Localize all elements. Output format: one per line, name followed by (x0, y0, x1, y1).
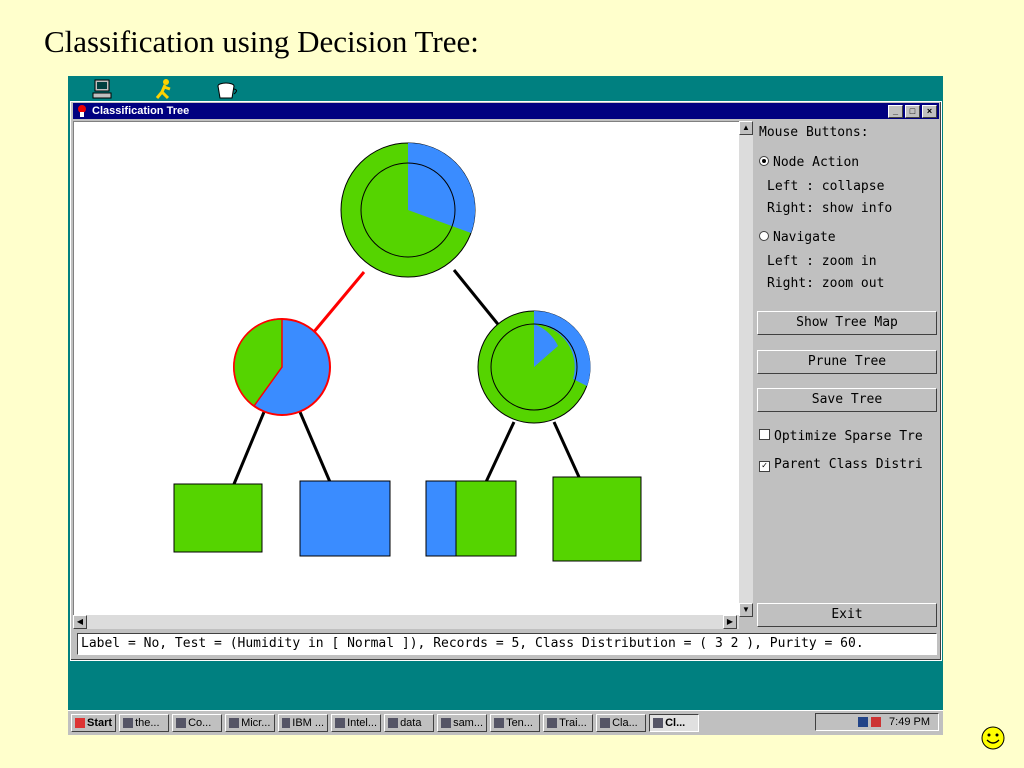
clock[interactable]: 7:49 PM (889, 716, 930, 728)
minimize-button[interactable]: _ (888, 104, 903, 118)
taskbar: Start the... Co... Micr... IBM ... Intel… (68, 710, 943, 735)
app-icon (282, 718, 291, 728)
app-icon (547, 718, 558, 728)
taskbar-item[interactable]: the... (119, 714, 170, 732)
radio-unselected-icon[interactable] (759, 231, 769, 241)
tree-app-icon (600, 718, 611, 728)
taskbar-item-active[interactable]: Cl... (649, 714, 700, 732)
control-panel: Mouse Buttons: Node Action Left : collap… (757, 121, 939, 631)
slide-title: Classification using Decision Tree: (44, 24, 479, 59)
taskbar-item[interactable]: data (384, 714, 435, 732)
taskbar-item[interactable]: Micr... (225, 714, 276, 732)
tree-leaf-1[interactable] (173, 483, 263, 553)
app-icon (441, 718, 452, 728)
node-right-hint: Right: show info (767, 201, 893, 216)
shield-icon[interactable] (871, 717, 882, 727)
app-icon (494, 718, 505, 728)
mouse-buttons-label: Mouse Buttons: (759, 125, 869, 140)
tree-node-right[interactable] (477, 310, 591, 424)
edge-right-leaf3 (484, 421, 516, 483)
smiley-icon (981, 726, 1005, 750)
scroll-up-icon[interactable]: ▲ (739, 121, 753, 135)
radio-selected-icon[interactable] (759, 156, 769, 166)
node-action-radio[interactable]: Node Action (759, 155, 859, 170)
my-computer-icon[interactable] (90, 78, 116, 100)
scroll-down-icon[interactable]: ▼ (739, 603, 753, 617)
window-title: Classification Tree (92, 105, 190, 117)
exit-button[interactable]: Exit (757, 603, 937, 627)
runner-icon[interactable] (152, 78, 178, 100)
folder-icon (388, 718, 399, 728)
tree-app-icon (653, 718, 664, 728)
coffee-cup-icon[interactable] (214, 78, 240, 100)
classification-tree-window: Classification Tree _ □ × ▲ ▼ ◀ ▶ Mouse … (70, 101, 942, 661)
tree-app-icon (78, 105, 86, 117)
edge-left-leaf2 (298, 411, 332, 483)
show-tree-map-button[interactable]: Show Tree Map (757, 311, 937, 335)
edge-root-right (452, 269, 503, 329)
prune-tree-button[interactable]: Prune Tree (757, 350, 937, 374)
scroll-left-icon[interactable]: ◀ (73, 615, 87, 629)
tree-leaf-4[interactable] (552, 476, 642, 562)
tree-node-root[interactable] (340, 142, 476, 278)
taskbar-item[interactable]: Trai... (543, 714, 594, 732)
taskbar-item[interactable]: Intel... (331, 714, 382, 732)
navigate-radio[interactable]: Navigate (759, 230, 836, 245)
taskbar-item[interactable]: sam... (437, 714, 488, 732)
maximize-button[interactable]: □ (905, 104, 920, 118)
vertical-scrollbar[interactable]: ▲ ▼ (739, 121, 753, 617)
system-tray: 7:49 PM (815, 713, 939, 731)
taskbar-item[interactable]: Ten... (490, 714, 541, 732)
checkbox-checked-icon[interactable]: ✓ (759, 461, 770, 472)
optimize-sparse-checkbox[interactable]: Optimize Sparse Tre (759, 429, 923, 444)
parent-class-checkbox[interactable]: ✓ Parent Class Distri (759, 457, 923, 472)
edge-right-leaf4 (552, 421, 581, 478)
close-button[interactable]: × (922, 104, 937, 118)
edge-left-leaf1 (232, 411, 266, 485)
tree-node-left-selected[interactable] (233, 318, 331, 416)
app-icon (335, 718, 346, 728)
app-icon (176, 718, 187, 728)
horizontal-scrollbar[interactable]: ◀ ▶ (73, 615, 739, 629)
save-tree-button[interactable]: Save Tree (757, 388, 937, 412)
start-button[interactable]: Start (71, 714, 117, 732)
nav-left-hint: Left : zoom in (767, 254, 877, 269)
network-icon[interactable] (858, 717, 869, 727)
windows-logo-icon (75, 718, 85, 728)
taskbar-item[interactable]: Cla... (596, 714, 647, 732)
scroll-right-icon[interactable]: ▶ (723, 615, 737, 629)
window-titlebar[interactable]: Classification Tree _ □ × (73, 103, 939, 119)
checkbox-unchecked-icon[interactable] (759, 429, 770, 440)
tree-leaf-3[interactable] (425, 480, 517, 557)
tree-leaf-2[interactable] (299, 480, 391, 557)
taskbar-item[interactable]: Co... (172, 714, 223, 732)
edge-root-left (311, 271, 366, 334)
app-icon (229, 718, 240, 728)
taskbar-item[interactable]: IBM ... (278, 714, 329, 732)
decision-tree-graph[interactable] (74, 122, 740, 616)
status-bar: Label = No, Test = (Humidity in [ Normal… (77, 633, 937, 655)
nav-right-hint: Right: zoom out (767, 276, 885, 291)
node-left-hint: Left : collapse (767, 179, 885, 194)
tree-canvas[interactable] (73, 121, 741, 617)
app-icon (123, 718, 134, 728)
